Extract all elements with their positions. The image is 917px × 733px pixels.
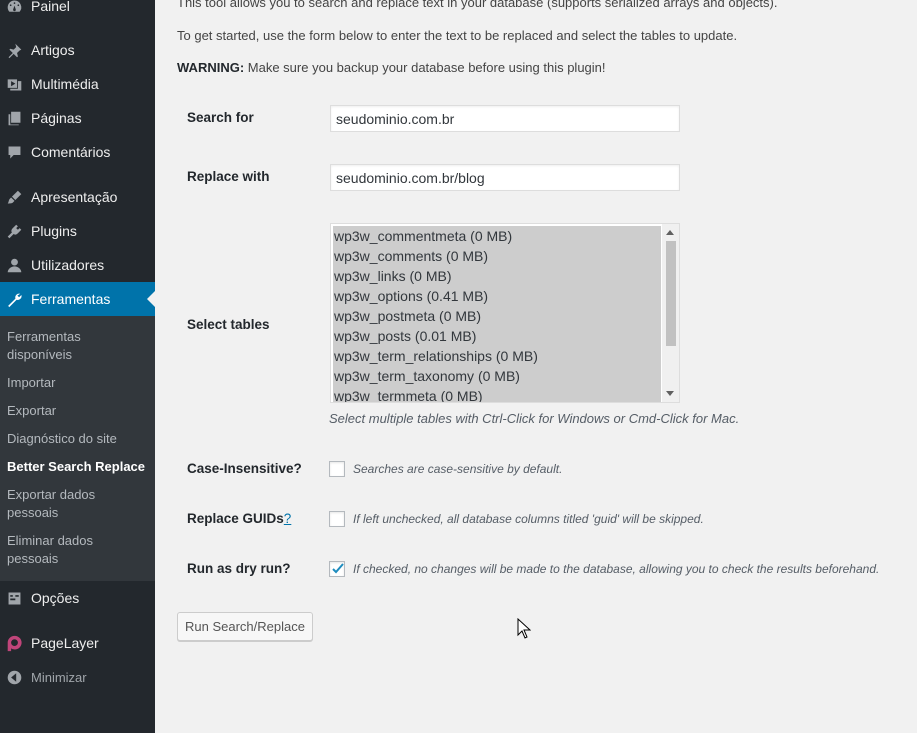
pagelayer-icon	[5, 634, 23, 652]
main-content: This tool allows you to search and repla…	[155, 0, 917, 733]
mouse-cursor-icon	[517, 618, 531, 639]
replace-guids-label: Replace GUIDs?	[187, 511, 291, 526]
scroll-up-arrow-icon[interactable]	[666, 230, 674, 235]
submenu-eliminar-dados[interactable]: Eliminar dados pessoais	[7, 532, 147, 568]
menu-label: Minimizar	[31, 669, 87, 685]
intro-line-2: To get started, use the form below to en…	[177, 28, 738, 43]
run-search-replace-button[interactable]: Run Search/Replace	[177, 612, 313, 641]
menu-label: Utilizadores	[31, 257, 105, 273]
appearance-icon	[5, 188, 23, 206]
pages-icon	[5, 109, 23, 127]
replace-with-input[interactable]	[330, 164, 680, 191]
submenu-exportar-dados[interactable]: Exportar dados pessoais	[7, 486, 147, 522]
wrench-icon	[5, 290, 23, 308]
dry-run-checkbox[interactable]	[329, 561, 345, 577]
pin-icon	[5, 41, 23, 59]
menu-item-ferramentas[interactable]: Ferramentas	[0, 282, 155, 316]
tables-options: wp3w_commentmeta (0 MB) wp3w_comments (0…	[333, 226, 661, 402]
replace-guids-text: Replace GUIDs	[187, 511, 284, 526]
search-for-input[interactable]	[330, 105, 680, 132]
menu-item-multimedia[interactable]: Multimédia	[0, 67, 155, 101]
replace-guids-checkbox[interactable]	[329, 511, 345, 527]
replace-with-label: Replace with	[187, 169, 270, 184]
menu-label: Comentários	[31, 144, 111, 160]
submenu-importar[interactable]: Importar	[7, 374, 147, 392]
menu-item-comentarios[interactable]: Comentários	[0, 135, 155, 169]
tables-help-text: Select multiple tables with Ctrl-Click f…	[329, 411, 740, 426]
submenu-better-search-replace[interactable]: Better Search Replace	[7, 458, 147, 476]
dry-run-label: Run as dry run?	[187, 561, 291, 576]
menu-item-plugins[interactable]: Plugins	[0, 214, 155, 248]
settings-icon	[5, 589, 23, 607]
menu-item-pagelayer[interactable]: PageLayer	[0, 626, 155, 660]
warning-text: WARNING: Make sure you backup your datab…	[177, 60, 606, 75]
dry-run-help-text: If checked, no changes will be made to t…	[353, 562, 880, 576]
menu-item-painel[interactable]: Painel	[0, 0, 155, 23]
table-option[interactable]: wp3w_links (0 MB)	[333, 266, 661, 286]
submenu-exportar[interactable]: Exportar	[7, 402, 147, 420]
case-help-text: Searches are case-sensitive by default.	[353, 462, 563, 476]
submenu-diagnostico[interactable]: Diagnóstico do site	[7, 430, 147, 448]
menu-label: Opções	[31, 590, 80, 606]
comment-icon	[5, 143, 23, 161]
guids-help-text: If left unchecked, all database columns …	[353, 512, 704, 526]
search-for-label: Search for	[187, 110, 254, 125]
menu-label: Painel	[31, 0, 70, 14]
checkmark-icon	[331, 562, 344, 575]
table-option[interactable]: wp3w_posts (0.01 MB)	[333, 326, 661, 346]
table-option[interactable]: wp3w_term_taxonomy (0 MB)	[333, 366, 661, 386]
collapse-menu-button[interactable]: Minimizar	[0, 660, 155, 694]
menu-label: Plugins	[31, 223, 77, 239]
tools-submenu: Ferramentas disponíveis Importar Exporta…	[0, 316, 155, 581]
menu-label: Páginas	[31, 110, 82, 126]
tables-multiselect[interactable]: wp3w_commentmeta (0 MB) wp3w_comments (0…	[330, 223, 680, 403]
menu-item-apresentacao[interactable]: Apresentação	[0, 180, 155, 214]
scroll-down-arrow-icon[interactable]	[666, 391, 674, 396]
table-option[interactable]: wp3w_term_relationships (0 MB)	[333, 346, 661, 366]
tables-scrollbar[interactable]	[662, 224, 679, 402]
warning-label: WARNING:	[177, 60, 245, 75]
plugin-icon	[5, 222, 23, 240]
menu-item-artigos[interactable]: Artigos	[0, 33, 155, 67]
menu-label: Ferramentas	[31, 291, 111, 307]
table-option[interactable]: wp3w_options (0.41 MB)	[333, 286, 661, 306]
table-option[interactable]: wp3w_termmeta (0 MB)	[333, 386, 661, 402]
menu-item-utilizadores[interactable]: Utilizadores	[0, 248, 155, 282]
media-icon	[5, 75, 23, 93]
case-insensitive-checkbox[interactable]	[329, 461, 345, 477]
select-tables-label: Select tables	[187, 317, 270, 332]
scroll-thumb[interactable]	[666, 241, 676, 346]
table-option[interactable]: wp3w_postmeta (0 MB)	[333, 306, 661, 326]
menu-label: Multimédia	[31, 76, 99, 92]
admin-sidebar: Painel Artigos Multimédia Páginas Coment…	[0, 0, 155, 733]
menu-label: Apresentação	[31, 189, 118, 205]
intro-line-1: This tool allows you to search and repla…	[177, 0, 778, 10]
case-insensitive-label: Case-Insensitive?	[187, 461, 302, 476]
collapse-icon	[5, 668, 23, 686]
table-option[interactable]: wp3w_commentmeta (0 MB)	[333, 226, 661, 246]
menu-label: PageLayer	[31, 635, 99, 651]
dashboard-icon	[5, 0, 23, 15]
menu-label: Artigos	[31, 42, 75, 58]
menu-item-opcoes[interactable]: Opções	[0, 581, 155, 615]
guids-help-link[interactable]: ?	[284, 511, 292, 526]
submenu-ferramentas-disponiveis[interactable]: Ferramentas disponíveis	[7, 328, 147, 364]
menu-item-paginas[interactable]: Páginas	[0, 101, 155, 135]
warning-message: Make sure you backup your database befor…	[244, 60, 606, 75]
user-icon	[5, 256, 23, 274]
table-option[interactable]: wp3w_comments (0 MB)	[333, 246, 661, 266]
